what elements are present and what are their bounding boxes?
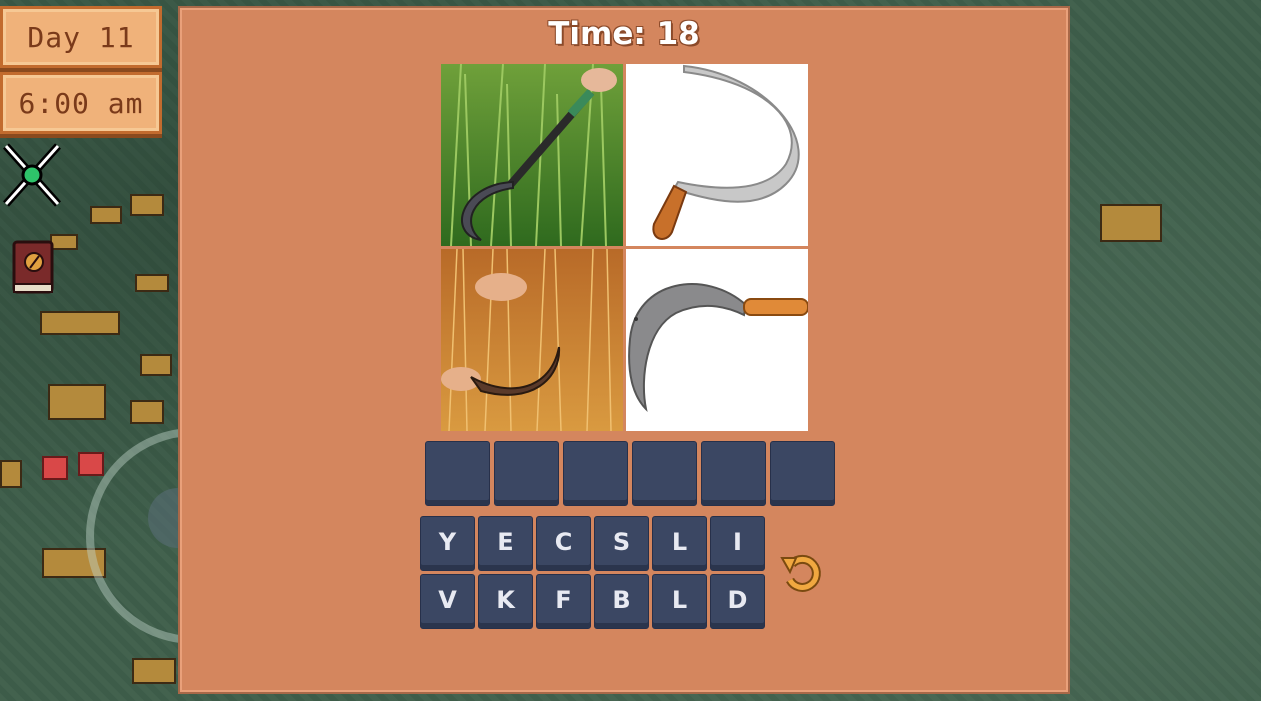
letter-key[interactable]: E <box>478 516 533 571</box>
letter-key[interactable]: K <box>478 574 533 629</box>
journal-book-icon[interactable] <box>10 240 54 294</box>
letter-key[interactable]: B <box>594 574 649 629</box>
answer-slot-3[interactable] <box>563 441 628 506</box>
leaf-pile-decoration <box>42 544 106 578</box>
letter-key[interactable]: D <box>710 574 765 629</box>
answer-slot-5[interactable] <box>701 441 766 506</box>
crossed-swords-icon[interactable] <box>0 138 64 210</box>
leaf-pile-decoration <box>48 378 106 420</box>
letter-key[interactable]: I <box>710 516 765 571</box>
letter-key[interactable]: S <box>594 516 649 571</box>
leaf-pile-decoration <box>135 270 169 296</box>
clue-picture-4 <box>626 249 808 431</box>
timer-label: Time: 18 <box>548 16 700 52</box>
leaf-pile-decoration <box>90 200 124 226</box>
day-display: Day 11 <box>0 6 162 68</box>
undo-arrow-icon[interactable] <box>780 550 824 594</box>
letter-key[interactable]: L <box>652 516 707 571</box>
answer-slot-4[interactable] <box>632 441 697 506</box>
answer-slots <box>425 441 835 506</box>
word-puzzle-panel: Time: 18 Y E C S L I V K F B L D <box>180 8 1068 692</box>
grass-tuft-decoration <box>132 654 176 684</box>
clue-picture-2 <box>626 64 808 246</box>
picture-clue-grid <box>441 64 808 431</box>
letter-key[interactable]: Y <box>420 516 475 571</box>
time-display: 6:00 am <box>0 72 162 134</box>
clue-picture-1 <box>441 64 623 246</box>
grass-tuft-decoration <box>40 305 120 335</box>
clue-picture-3 <box>441 249 623 431</box>
letter-key[interactable]: C <box>536 516 591 571</box>
leaf-pile-decoration <box>130 396 164 424</box>
leaf-pile-decoration <box>0 456 34 488</box>
letter-key[interactable]: L <box>652 574 707 629</box>
letter-key[interactable]: V <box>420 574 475 629</box>
answer-slot-1[interactable] <box>425 441 490 506</box>
flower-decoration <box>42 452 104 482</box>
answer-slot-2[interactable] <box>494 441 559 506</box>
leaf-pile-decoration <box>130 190 164 216</box>
leaf-pile-decoration <box>50 228 84 254</box>
leaf-pile-decoration <box>140 350 174 376</box>
leaf-pile-decoration <box>1100 198 1162 242</box>
letter-keyboard: Y E C S L I V K F B L D <box>420 516 765 629</box>
answer-slot-6[interactable] <box>770 441 835 506</box>
letter-key[interactable]: F <box>536 574 591 629</box>
